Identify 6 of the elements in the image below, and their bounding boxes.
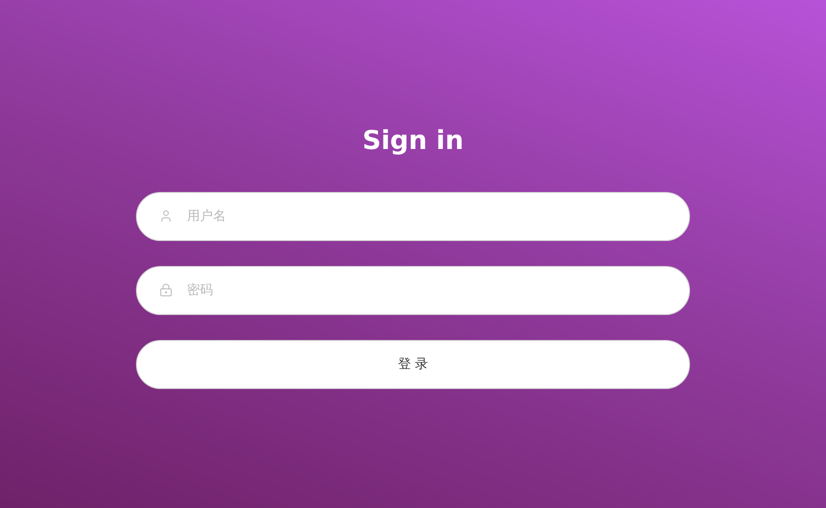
page-title: Sign in xyxy=(362,125,464,158)
password-field[interactable]: 密码 xyxy=(136,266,690,315)
user-icon xyxy=(159,209,173,223)
login-button[interactable]: 登 录 xyxy=(136,340,690,389)
lock-icon xyxy=(159,283,173,297)
username-field[interactable]: 用户名 xyxy=(136,192,690,241)
